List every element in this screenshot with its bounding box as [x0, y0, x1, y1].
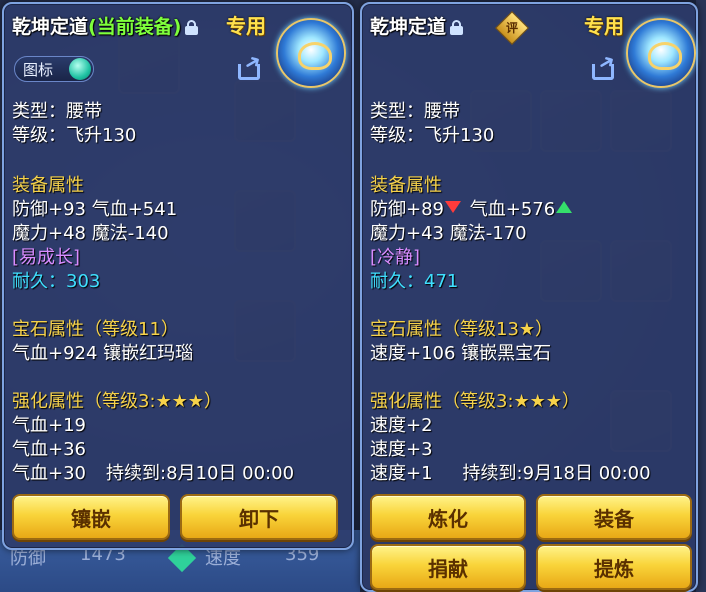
inlay-button[interactable]: 镶嵌: [12, 494, 170, 540]
exclusive-label: 专用: [226, 14, 266, 38]
enhance-header: 强化属性（等级3:★★★）: [370, 391, 580, 412]
gem-line: 气血+924 镶嵌红玛瑙: [12, 343, 194, 364]
gem-line: 速度+106 镶嵌黑宝石: [370, 343, 552, 364]
enhance-line: 速度+3: [370, 439, 433, 460]
equip-button[interactable]: 装备: [536, 494, 692, 540]
item-trait: [冷静]: [370, 247, 421, 268]
exclusive-label: 专用: [584, 14, 624, 38]
extract-button[interactable]: 提炼: [536, 544, 692, 590]
item-level: 等级：飞升130: [370, 125, 495, 146]
compare-equipment-tooltip: 乾坤定道 评 专用 类型：腰带 等级：飞升130 装备属性 防御+89 气血+5…: [360, 2, 698, 592]
hp-value: 气血+576: [469, 199, 556, 220]
gem-header: 宝石属性（等级13★）: [370, 319, 554, 340]
enhance-header: 强化属性（等级3:★★★）: [12, 391, 222, 412]
attr-line: 魔力+48 魔法-140: [12, 223, 169, 244]
attr-header: 装备属性: [370, 175, 442, 196]
toggle-knob-icon: [69, 58, 91, 80]
enhance-line: 气血+19: [12, 415, 86, 436]
enhance-value: 速度+1: [370, 463, 433, 484]
item-level: 等级：飞升130: [12, 125, 137, 146]
current-equip-tag: (当前装备): [88, 16, 182, 38]
enhance-line: 速度+2: [370, 415, 433, 436]
decrease-arrow-icon: [445, 201, 461, 213]
appraise-icon[interactable]: 评: [495, 11, 529, 45]
enhance-value: 气血+30: [12, 463, 86, 484]
item-type: 类型：腰带: [12, 101, 102, 122]
lock-icon: [185, 20, 199, 35]
def-value: 防御+89: [370, 199, 444, 220]
durability: 耐久：471: [370, 270, 458, 294]
icon-toggle[interactable]: 图标: [14, 56, 94, 82]
gem-header: 宝石属性（等级11）: [12, 319, 179, 340]
durability-label: 耐久：: [370, 271, 424, 292]
enhance-line: 速度+1 持续到:9月18日 00:00: [370, 462, 651, 486]
duration: 持续到:9月18日 00:00: [462, 463, 651, 484]
item-name: 乾坤定道: [12, 16, 89, 38]
durability-label: 耐久：: [12, 271, 66, 292]
share-icon[interactable]: [590, 56, 620, 82]
belt-item-icon: [626, 18, 696, 88]
attr-line: 魔力+43 魔法-170: [370, 223, 527, 244]
attr-line: 防御+89 气血+576: [370, 198, 575, 222]
duration: 持续到:8月10日 00:00: [106, 463, 295, 484]
item-title: 乾坤定道 (当前装备): [12, 12, 199, 39]
durability-value: 471: [424, 271, 459, 292]
attr-header: 装备属性: [12, 175, 84, 196]
durability-value: 303: [66, 271, 101, 292]
durability: 耐久：303: [12, 270, 100, 294]
belt-item-icon: [276, 18, 346, 88]
share-icon[interactable]: [236, 56, 266, 82]
lock-icon: [450, 20, 464, 35]
donate-button[interactable]: 捐献: [370, 544, 526, 590]
increase-arrow-icon: [556, 201, 573, 213]
item-trait: [易成长]: [12, 247, 81, 268]
item-title: 乾坤定道: [370, 12, 464, 39]
refine-button[interactable]: 炼化: [370, 494, 526, 540]
unequip-button[interactable]: 卸下: [180, 494, 338, 540]
item-name: 乾坤定道: [370, 16, 447, 38]
item-type: 类型：腰带: [370, 101, 460, 122]
enhance-line: 气血+36: [12, 439, 86, 460]
enhance-line: 气血+30 持续到:8月10日 00:00: [12, 462, 294, 486]
current-equipment-tooltip: 乾坤定道 (当前装备) 专用 图标 类型：腰带 等级：飞升130 装备属性 防御…: [2, 2, 354, 550]
icon-toggle-label: 图标: [23, 60, 54, 79]
attr-line: 防御+93 气血+541: [12, 199, 178, 220]
